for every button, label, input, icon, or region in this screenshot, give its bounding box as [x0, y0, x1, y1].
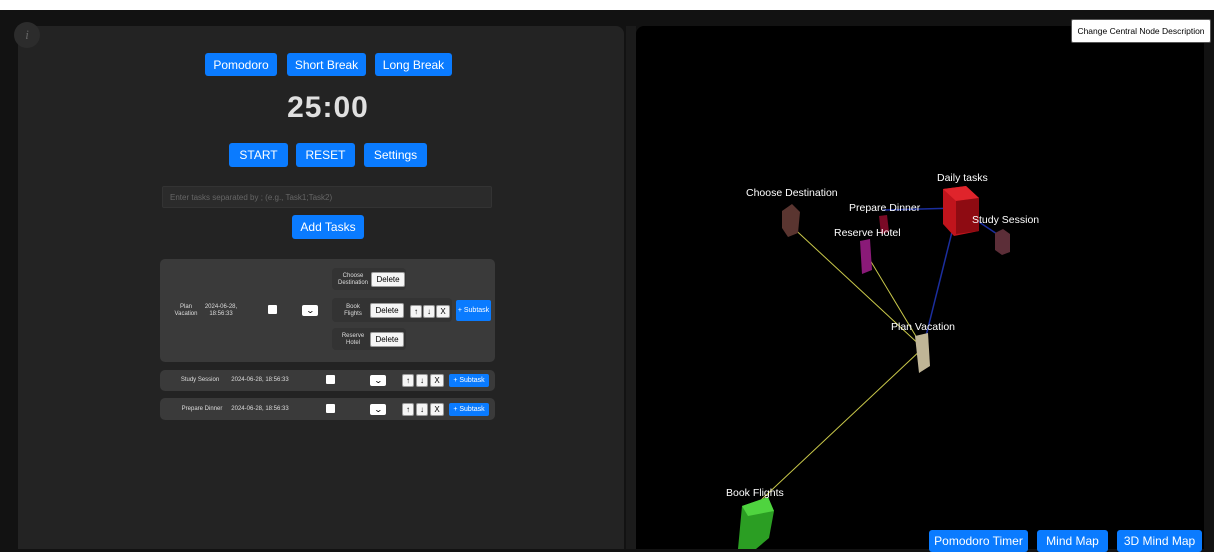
move-down-button[interactable]: ↓ — [416, 403, 428, 416]
task-name: Plan Vacation — [174, 304, 198, 317]
node-label-choose-destination: Choose Destination — [746, 187, 838, 199]
node-label-daily-tasks: Daily tasks — [937, 172, 988, 184]
chevron-down-icon: ⌄ — [305, 305, 315, 315]
task-priority-dropdown[interactable]: ⌄ — [370, 404, 386, 415]
info-icon[interactable]: i — [14, 22, 40, 48]
node-label-book-flights: Book Flights — [726, 487, 784, 499]
task-name: Study Session — [180, 377, 220, 383]
remove-task-button[interactable]: X — [430, 403, 444, 416]
task-priority-dropdown[interactable]: ⌄ — [370, 375, 386, 386]
task-date: 2024-06-28, 18:56:33 — [231, 406, 289, 412]
task-input[interactable] — [162, 186, 492, 208]
move-down-button[interactable]: ↓ — [416, 374, 428, 387]
delete-subtask-button[interactable]: Delete — [370, 303, 404, 318]
top-bar — [0, 0, 1214, 10]
node-reserve-hotel[interactable] — [860, 239, 872, 274]
remove-task-button[interactable]: X — [430, 374, 444, 387]
task-name: Prepare Dinner — [181, 406, 223, 412]
task-complete-checkbox[interactable] — [326, 375, 335, 384]
move-down-button[interactable]: ↓ — [423, 305, 435, 318]
node-label-study-session: Study Session — [972, 214, 1040, 226]
move-up-button[interactable]: ↑ — [402, 403, 414, 416]
link-plan-hotel — [863, 249, 924, 349]
node-label-reserve-hotel: Reserve Hotel — [834, 227, 901, 239]
settings-button[interactable]: Settings — [364, 143, 427, 167]
add-subtask-button[interactable]: + Subtask — [449, 374, 489, 387]
node-label-plan-vacation: Plan Vacation — [891, 321, 956, 333]
task-date: 2024-06-28, 18:56:33 — [204, 304, 238, 317]
node-study-session[interactable] — [995, 229, 1010, 255]
link-plan-flights — [759, 347, 924, 502]
subtask-name: Book Flights — [344, 304, 362, 317]
add-subtask-button[interactable]: + Subtask — [449, 403, 489, 416]
start-button[interactable]: START — [229, 143, 288, 167]
chevron-down-icon: ⌄ — [373, 404, 383, 414]
mindmap-graph — [738, 186, 1010, 549]
task-priority-dropdown[interactable]: ⌄ — [302, 305, 318, 316]
subtask-name: Choose Destination — [337, 273, 369, 286]
node-choose-destination[interactable] — [782, 204, 800, 237]
mindmap-3d-canvas[interactable]: Daily tasks Choose Destination Prepare D… — [636, 26, 1204, 549]
move-up-button[interactable]: ↑ — [410, 305, 422, 318]
add-subtask-button[interactable]: + Subtask — [456, 300, 491, 321]
chevron-down-icon: ⌄ — [373, 375, 383, 385]
delete-subtask-button[interactable]: Delete — [371, 272, 405, 287]
task-complete-checkbox[interactable] — [326, 404, 335, 413]
node-label-prepare-dinner: Prepare Dinner — [849, 202, 921, 214]
subtask-name: Reserve Hotel — [341, 333, 365, 346]
task-complete-checkbox[interactable] — [268, 305, 277, 314]
remove-task-button[interactable]: X — [436, 305, 450, 318]
long-break-button[interactable]: Long Break — [375, 53, 452, 76]
node-plan-vacation[interactable] — [915, 333, 930, 373]
timer-display: 25:00 — [287, 91, 369, 124]
move-up-button[interactable]: ↑ — [402, 374, 414, 387]
reset-button[interactable]: RESET — [296, 143, 355, 167]
delete-subtask-button[interactable]: Delete — [370, 332, 404, 347]
change-central-node-button[interactable]: Change Central Node Description — [1071, 19, 1211, 43]
add-tasks-button[interactable]: Add Tasks — [292, 215, 364, 239]
short-break-button[interactable]: Short Break — [287, 53, 366, 76]
task-date: 2024-06-28, 18:56:33 — [231, 377, 289, 383]
pomodoro-mode-button[interactable]: Pomodoro — [205, 53, 277, 76]
